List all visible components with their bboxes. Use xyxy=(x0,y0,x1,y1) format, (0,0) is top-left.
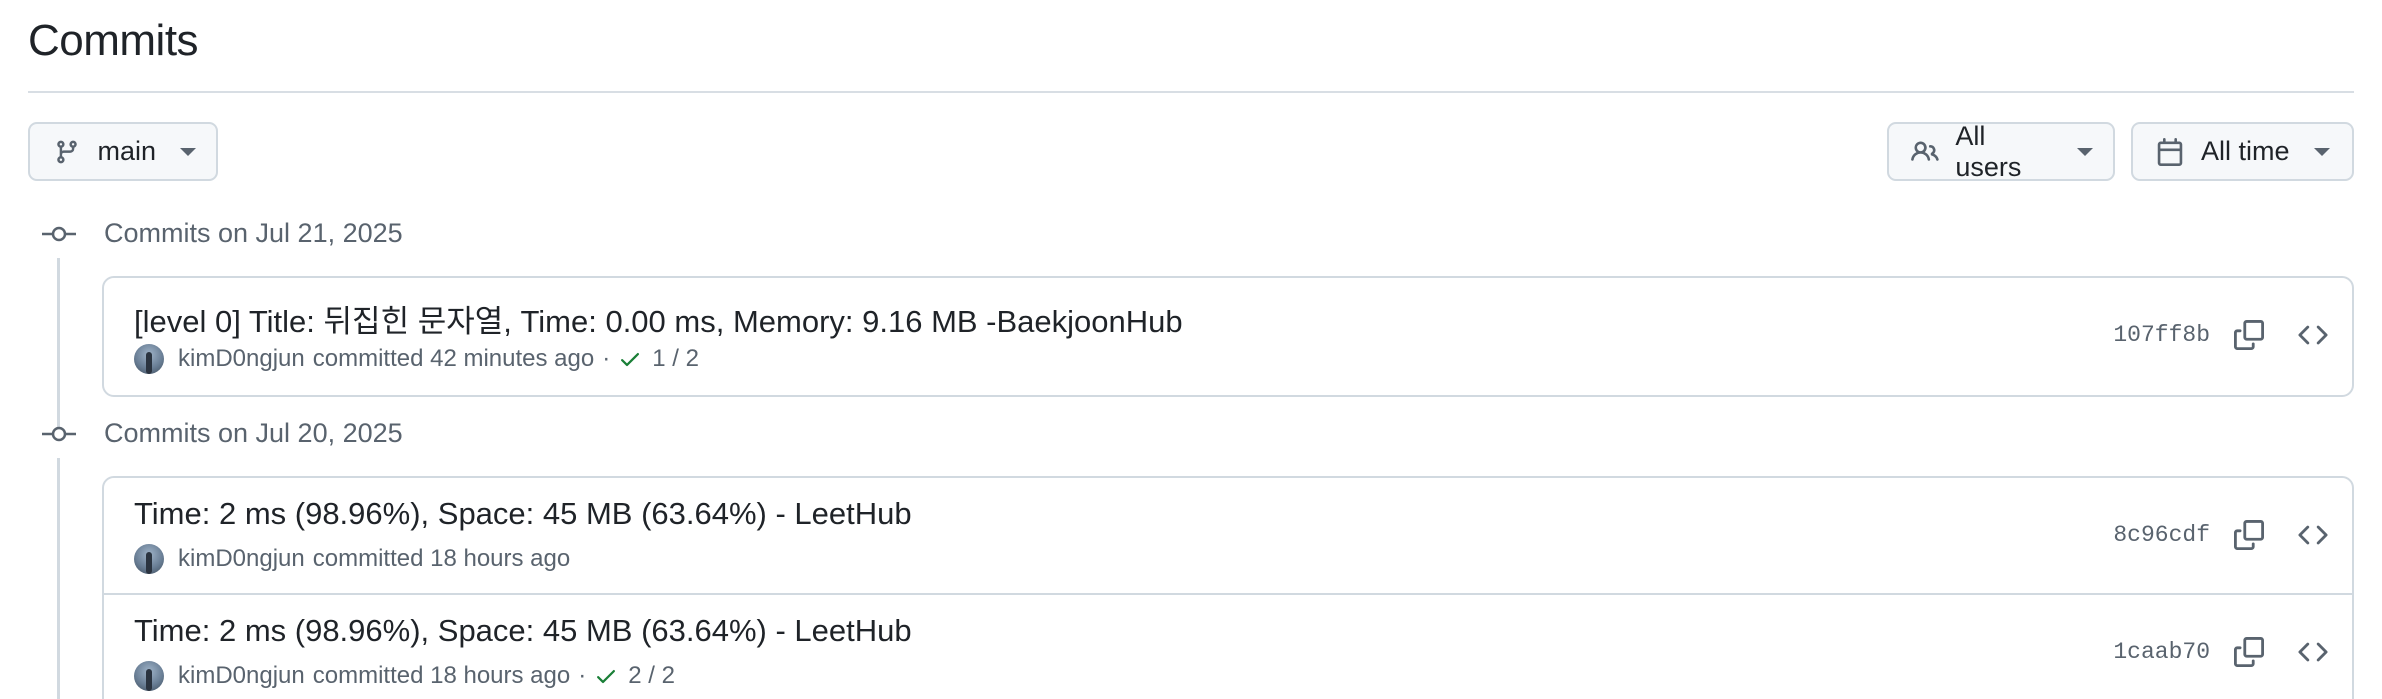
avatar[interactable] xyxy=(134,661,164,691)
commit-row: [level 0] Title: 뒤집힌 문자열, Time: 0.00 ms,… xyxy=(104,278,2352,395)
commit-message-link[interactable]: Time: 2 ms (98.96%), Space: 45 MB (63.64… xyxy=(134,496,912,532)
commit-list: Time: 2 ms (98.96%), Space: 45 MB (63.64… xyxy=(102,476,2354,699)
commit-sha-link[interactable]: 8c96cdf xyxy=(2113,522,2210,548)
code-browse-icon[interactable] xyxy=(2296,518,2330,552)
chevron-down-icon xyxy=(2077,147,2093,156)
commit-author-link[interactable]: kimD0ngjun xyxy=(178,345,305,373)
checks-status[interactable]: 1 / 2 xyxy=(652,345,699,373)
commit-meta: kimD0ngjun committed 18 hours ago xyxy=(134,544,570,574)
branch-selector-button[interactable]: main xyxy=(28,122,218,181)
avatar[interactable] xyxy=(134,544,164,574)
git-branch-icon xyxy=(52,137,81,167)
code-browse-icon[interactable] xyxy=(2296,635,2330,669)
commit-sha-link[interactable]: 107ff8b xyxy=(2113,322,2210,348)
commit-action: committed xyxy=(312,345,424,372)
commit-group-date: Commits on Jul 20, 2025 xyxy=(104,418,403,448)
commit-author-link[interactable]: kimD0ngjun xyxy=(178,545,305,573)
time-filter-label: All time xyxy=(2201,136,2290,166)
meta-separator: · xyxy=(602,345,611,372)
commit-group-date: Commits on Jul 21, 2025 xyxy=(104,218,403,248)
title-divider xyxy=(28,91,2354,93)
users-filter-button[interactable]: All users xyxy=(1887,120,2115,182)
commit-action: committed xyxy=(312,662,424,689)
git-commit-icon xyxy=(40,419,78,449)
avatar[interactable] xyxy=(134,344,164,374)
time-filter-button[interactable]: All time xyxy=(2131,122,2354,181)
commit-message-link[interactable]: [level 0] Title: 뒤집힌 문자열, Time: 0.00 ms,… xyxy=(134,296,1183,341)
commit-time: 18 hours ago xyxy=(430,545,571,572)
commit-list: [level 0] Title: 뒤집힌 문자열, Time: 0.00 ms,… xyxy=(102,276,2354,397)
code-browse-icon[interactable] xyxy=(2296,318,2330,352)
calendar-icon xyxy=(2155,137,2185,167)
git-commit-icon xyxy=(40,219,78,249)
commit-author-link[interactable]: kimD0ngjun xyxy=(178,662,305,690)
page-title: Commits xyxy=(28,16,199,65)
copy-icon[interactable] xyxy=(2232,635,2266,669)
commit-group-heading: Commits on Jul 21, 2025 xyxy=(40,218,403,249)
commits-page: Commits main All users All time Commits … xyxy=(0,0,2382,699)
checks-status[interactable]: 2 / 2 xyxy=(628,662,675,690)
timeline-line xyxy=(57,258,60,440)
copy-icon[interactable] xyxy=(2232,318,2266,352)
chevron-down-icon xyxy=(2313,147,2330,156)
check-icon[interactable] xyxy=(618,346,644,372)
copy-icon[interactable] xyxy=(2232,518,2266,552)
commit-row: Time: 2 ms (98.96%), Space: 45 MB (63.64… xyxy=(104,478,2352,595)
commit-time: 18 hours ago xyxy=(430,662,571,689)
commit-row: Time: 2 ms (98.96%), Space: 45 MB (63.64… xyxy=(104,595,2352,699)
commit-meta: kimD0ngjun committed 42 minutes ago · 1 … xyxy=(134,344,699,374)
commit-time: 42 minutes ago xyxy=(430,345,595,372)
commit-action: committed xyxy=(312,545,424,572)
commit-group-heading: Commits on Jul 20, 2025 xyxy=(40,418,403,449)
check-icon[interactable] xyxy=(594,663,620,689)
users-filter-label: All users xyxy=(1955,120,2022,182)
chevron-down-icon xyxy=(180,147,196,156)
meta-separator: · xyxy=(578,662,587,689)
branch-label: main xyxy=(97,136,156,166)
commit-meta: kimD0ngjun committed 18 hours ago · 2 / … xyxy=(134,661,675,691)
commit-message-link[interactable]: Time: 2 ms (98.96%), Space: 45 MB (63.64… xyxy=(134,613,912,649)
commit-sha-link[interactable]: 1caab70 xyxy=(2113,639,2210,665)
people-icon xyxy=(1911,137,1939,167)
timeline-line xyxy=(57,458,60,699)
